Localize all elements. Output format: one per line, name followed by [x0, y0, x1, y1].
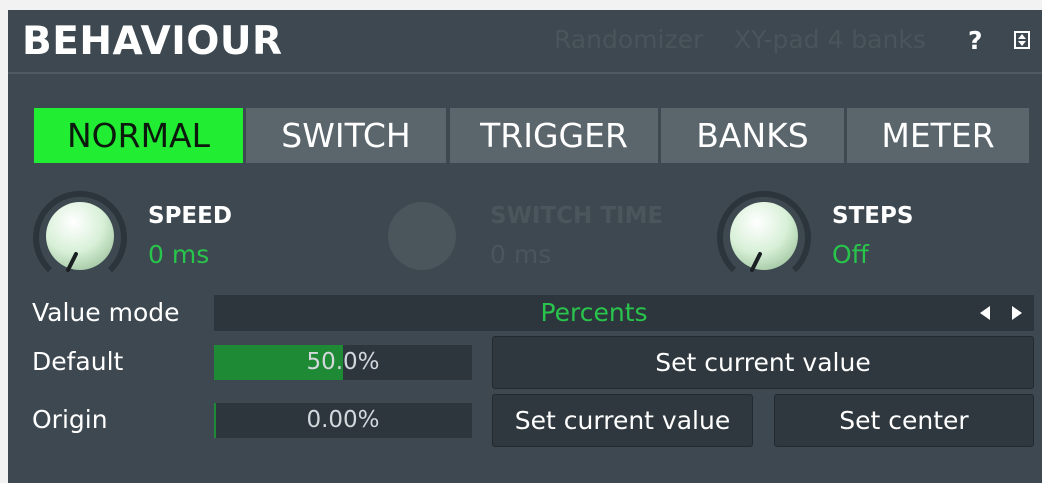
randomizer-link[interactable]: Randomizer	[554, 23, 703, 57]
origin-set-center-button[interactable]: Set center	[774, 394, 1034, 447]
help-icon[interactable]: ?	[968, 24, 983, 58]
panel-title: BEHAVIOUR	[22, 19, 283, 64]
tab-banks[interactable]: BANKS	[661, 108, 844, 163]
steps-value: Off	[832, 240, 869, 269]
expand-icon[interactable]	[1014, 31, 1030, 49]
origin-label: Origin	[32, 405, 108, 434]
speed-knob[interactable]	[30, 186, 130, 286]
value-mode-label: Value mode	[32, 298, 180, 327]
default-label: Default	[32, 347, 124, 376]
tab-normal[interactable]: NORMAL	[34, 108, 243, 163]
origin-slider-value: 0.00%	[306, 407, 380, 433]
switch-time-label: SWITCH TIME	[490, 203, 664, 229]
value-mode-value: Percents	[540, 298, 648, 327]
speed-value: 0 ms	[148, 240, 210, 269]
origin-set-current-value-button[interactable]: Set current value	[492, 394, 753, 447]
steps-knob[interactable]	[714, 186, 814, 286]
value-mode-next-icon[interactable]	[1012, 306, 1022, 320]
steps-label: STEPS	[832, 203, 914, 229]
origin-slider[interactable]: 0.00%	[214, 403, 472, 438]
tab-meter[interactable]: METER	[847, 108, 1029, 163]
speed-label: SPEED	[148, 203, 232, 229]
tab-trigger[interactable]: TRIGGER	[450, 108, 658, 163]
default-set-current-value-button[interactable]: Set current value	[492, 336, 1034, 389]
xy-pad-link[interactable]: XY-pad 4 banks	[734, 23, 926, 57]
switch-time-knob	[372, 186, 472, 286]
behaviour-panel: BEHAVIOUR Randomizer XY-pad 4 banks ? NO…	[8, 10, 1042, 483]
expand-up-arrow	[1018, 34, 1026, 39]
tab-switch[interactable]: SWITCH	[246, 108, 446, 163]
expand-down-arrow	[1018, 41, 1026, 46]
default-slider-value: 50.0%	[306, 349, 380, 375]
value-mode-selector[interactable]: Percents	[214, 295, 1034, 331]
value-mode-prev-icon[interactable]	[980, 306, 990, 320]
panel-header: BEHAVIOUR Randomizer XY-pad 4 banks ?	[8, 10, 1042, 74]
default-slider[interactable]: 50.0%	[214, 345, 472, 380]
switch-time-value: 0 ms	[490, 240, 552, 269]
